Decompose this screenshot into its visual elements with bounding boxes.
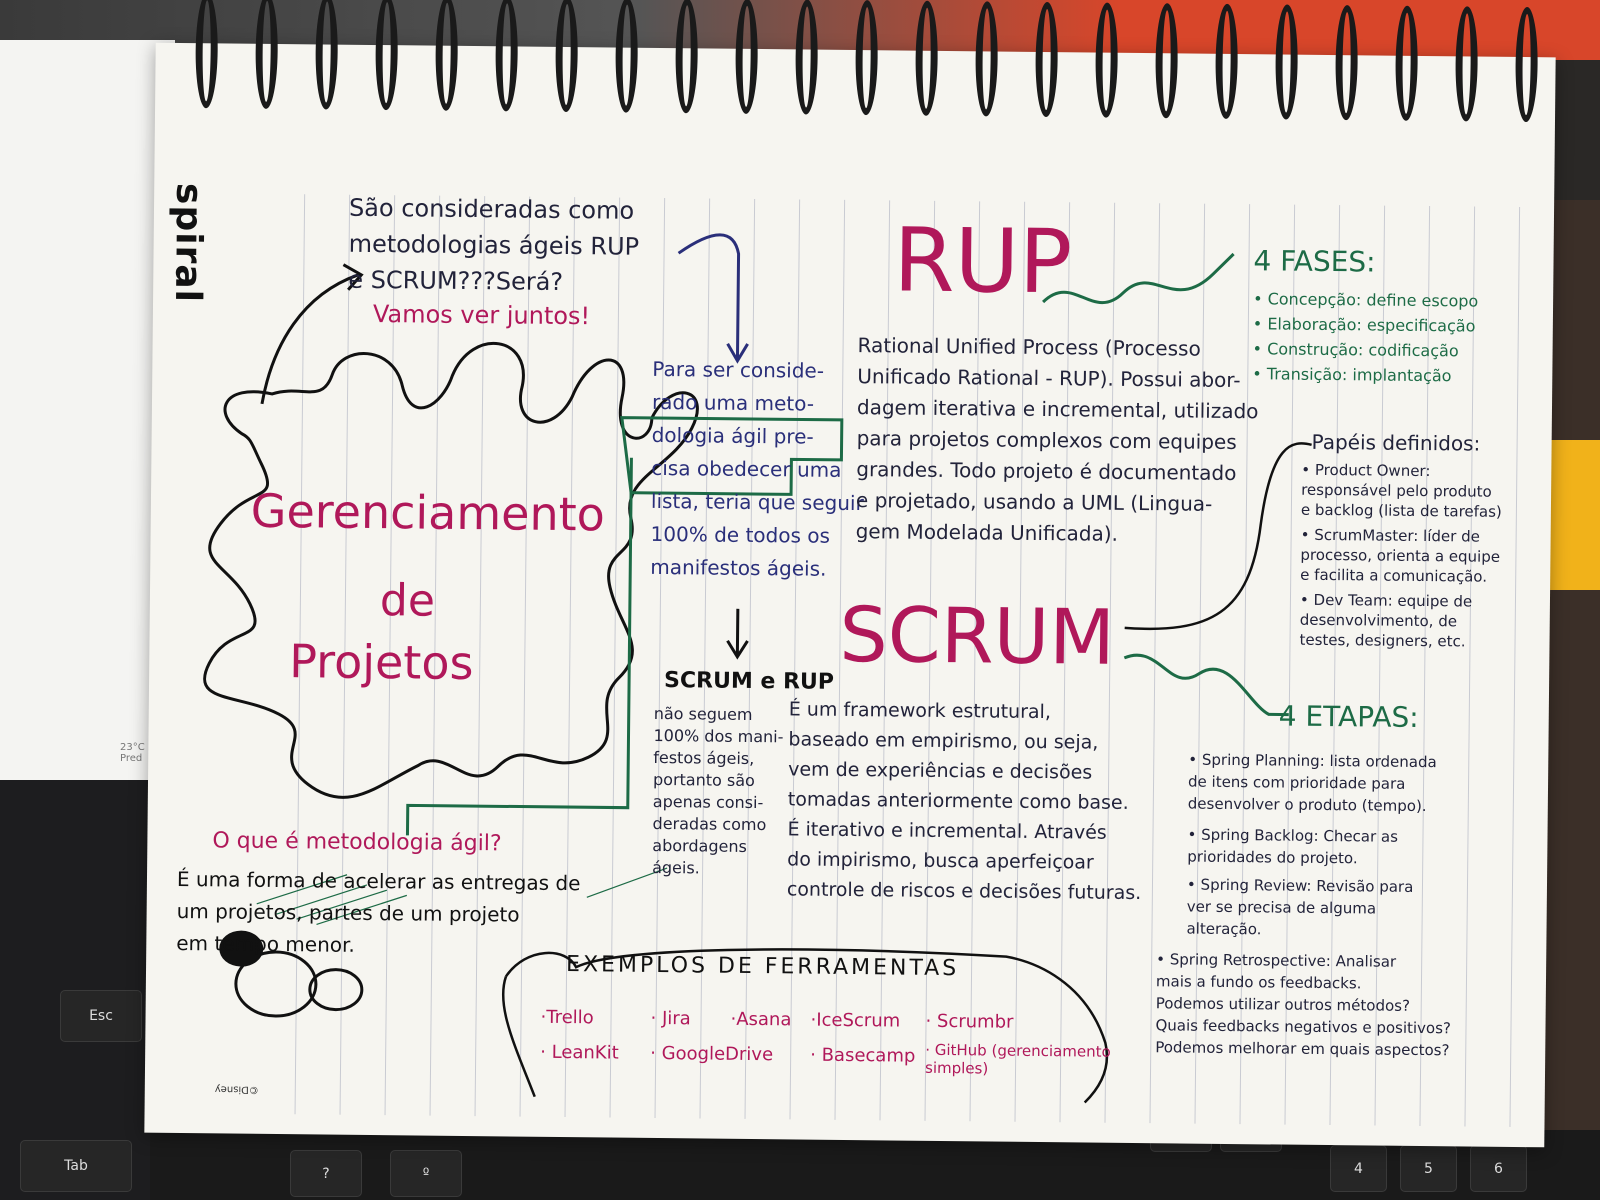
- scrum-rup-text: não seguem 100% dos mani- festos ágeis, …: [652, 703, 784, 878]
- agile-answer: É uma forma de acelerar as entregas de u…: [176, 866, 581, 957]
- scrum-rup-title: SCRUM e RUP: [663, 668, 835, 695]
- key-4: 4: [1330, 1145, 1387, 1192]
- rup-title: RUP: [892, 208, 1073, 314]
- tool-googledrive: · GoogleDrive: [650, 1042, 774, 1066]
- tool-leankit: · LeanKit: [540, 1041, 619, 1064]
- arrow-down-scrum-rup: [726, 608, 749, 660]
- notebook-page: spiral ©Disney São consideradas como met…: [144, 0, 1556, 1148]
- scrum-role-2: • ScrumMaster: líder de processo, orient…: [1300, 525, 1501, 586]
- splash-blob: [203, 341, 699, 799]
- key-tab: Tab: [20, 1140, 132, 1192]
- scrum-role-1: • Product Owner: responsável pelo produt…: [1300, 460, 1502, 521]
- center-title-line2: de: [379, 575, 436, 627]
- tool-icescrum: ·IceScrum: [810, 1009, 901, 1032]
- tool-trello: ·Trello: [540, 1006, 594, 1029]
- scrum-title: SCRUM: [839, 589, 1116, 682]
- key-ordinal: º: [390, 1150, 462, 1197]
- tool-basecamp: · Basecamp: [810, 1044, 916, 1067]
- scrum-step-3: • Spring Review: Revisão para ver se pre…: [1186, 875, 1414, 939]
- center-title-line3: Projetos: [288, 634, 474, 691]
- rup-phase-1: • Concepção: define escopo: [1253, 289, 1479, 311]
- scrum-role-3: • Dev Team: equipe de desenvolvimento, d…: [1299, 590, 1473, 651]
- key-esc: Esc: [60, 990, 142, 1042]
- tools-frame-left: [501, 976, 536, 1098]
- agile-requirement: Para ser conside- rado uma meto- dologia…: [650, 356, 864, 581]
- mascot-bow: [308, 968, 364, 1012]
- weather-widget: 23°C Pred: [120, 742, 145, 764]
- tool-jira: · Jira: [650, 1007, 691, 1030]
- arrow-to-question: [260, 273, 359, 405]
- rup-description: Rational Unified Process (Processo Unifi…: [855, 333, 1259, 546]
- scrum-steps-title: 4 ETAPAS:: [1278, 699, 1419, 734]
- arrow-to-definition: [677, 233, 741, 359]
- scrum-description: É um framework estrutural, baseado em em…: [786, 698, 1142, 905]
- scrum-step-2: • Spring Backlog: Checar as prioridades …: [1187, 825, 1399, 868]
- scrum-roles-title: Papéis definidos:: [1311, 429, 1481, 456]
- tool-asana: ·Asana: [730, 1008, 792, 1031]
- tools-title: EXEMPLOS DE FERRAMENTAS: [565, 952, 960, 982]
- rup-phase-2: • Elaboração: especificação: [1252, 314, 1476, 336]
- rup-phases-title: 4 FASES:: [1253, 244, 1376, 279]
- intro-question: São consideradas como metodologias ágeis…: [348, 193, 640, 296]
- scrum-step-4: • Spring Retrospective: Analisar mais a …: [1155, 950, 1452, 1060]
- tool-github: · GitHub (gerenciamento simples): [924, 1040, 1111, 1078]
- key-6: 6: [1470, 1145, 1527, 1192]
- intro-cta: Vamos ver juntos!: [372, 299, 591, 331]
- agile-question: O que é metodologia ágil?: [212, 828, 502, 857]
- rup-phase-3: • Construção: codificação: [1252, 339, 1459, 361]
- key-5: 5: [1400, 1145, 1457, 1192]
- rup-phase-4: • Transição: implantação: [1252, 364, 1452, 386]
- key-question: ?: [290, 1150, 362, 1197]
- tool-scrumbr: · Scrumbr: [925, 1010, 1014, 1033]
- center-title-line1: Gerenciamento: [250, 483, 606, 542]
- scrum-step-1: • Spring Planning: lista ordenada de ite…: [1187, 750, 1437, 816]
- green-wave-steps: [1123, 653, 1289, 717]
